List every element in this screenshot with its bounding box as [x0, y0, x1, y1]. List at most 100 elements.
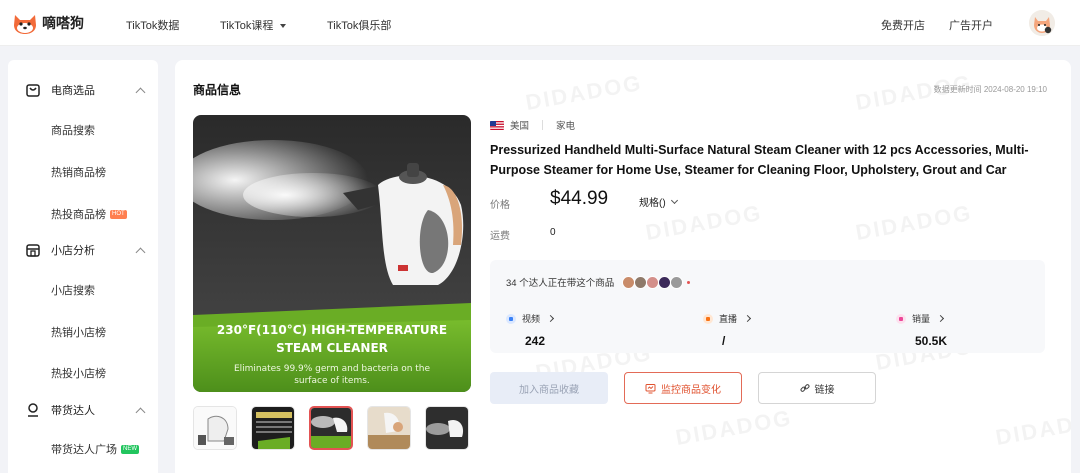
thumbnail-strip	[193, 406, 469, 450]
sidebar-item-ad-products[interactable]: 热投商品榜 HOT	[51, 206, 127, 222]
freight-label: 运费	[490, 231, 510, 242]
sidebar-section-store[interactable]: 小店分析	[8, 235, 158, 265]
logo-text: 嘀嗒狗	[42, 15, 84, 31]
chevron-up-icon	[135, 87, 146, 98]
monitor-icon	[645, 383, 656, 393]
sidebar-item-label: 热销小店榜	[51, 327, 106, 339]
sidebar-item-hot-stores[interactable]: 热销小店榜	[51, 324, 106, 340]
sales-icon	[896, 313, 906, 324]
steam-cleaner-image: 230°F(110°C) HIGH-TEMPERATURE STEAM CLEA…	[193, 115, 471, 392]
sidebar-section-ecom[interactable]: 电商选品	[8, 75, 158, 105]
price-label: 价格	[490, 200, 510, 211]
creator-avatar	[670, 275, 684, 289]
creators-row[interactable]: 34 个达人正在带这个商品	[506, 275, 691, 289]
creators-count: 34 个达人正在带这个商品	[506, 278, 615, 289]
chevron-up-icon	[135, 247, 146, 258]
sidebar-item-label: 热投商品榜	[51, 209, 106, 221]
button-label: 加入商品收藏	[519, 384, 579, 396]
thumbnail[interactable]	[251, 406, 295, 450]
stat-sales[interactable]: 销量 50.5K	[896, 312, 947, 348]
caret-down-icon	[280, 23, 287, 28]
stat-live[interactable]: 直播 /	[703, 312, 752, 348]
thumbnail-active[interactable]	[309, 406, 353, 450]
nav-tiktok-data[interactable]: TikTok数据	[126, 17, 179, 33]
category-label: 家电	[556, 121, 576, 132]
thumbnail-image	[311, 408, 351, 448]
chevron-down-icon	[670, 196, 678, 204]
user-avatar[interactable]	[1029, 10, 1055, 36]
stat-label: 视频	[522, 314, 541, 324]
sidebar-item-label: 带货达人广场	[51, 444, 117, 456]
sidebar-section-title: 电商选品	[51, 85, 95, 97]
nav-label: TikTok课程	[220, 20, 274, 32]
monitor-product-button[interactable]: 监控商品变化	[624, 372, 742, 404]
stat-value: 50.5K	[915, 334, 948, 348]
nav-label: 免费开店	[881, 20, 925, 32]
new-badge: NEW	[121, 444, 139, 454]
avatar-dog-icon	[1029, 10, 1055, 36]
link-icon	[800, 384, 809, 392]
copy-link-button[interactable]: 链接	[758, 372, 876, 404]
spec-label: 规格()	[639, 198, 666, 209]
freight-value: 0	[550, 227, 556, 238]
thumbnail[interactable]	[193, 406, 237, 450]
product-title: Pressurized Handheld Multi-Surface Natur…	[490, 143, 1029, 177]
creator-avatars	[622, 275, 691, 289]
live-icon	[703, 313, 713, 324]
top-navbar: 嘀嗒狗 TikTok数据 TikTok课程 TikTok俱乐部 免费开店 广告开…	[0, 0, 1080, 46]
chevron-up-icon	[135, 407, 146, 418]
sidebar-section-title: 带货达人	[51, 405, 95, 417]
us-flag-icon	[490, 120, 504, 130]
nav-label: TikTok数据	[126, 20, 180, 32]
video-icon	[506, 313, 516, 324]
thumbnail-image	[368, 407, 410, 449]
chevron-right-icon	[743, 314, 752, 323]
nav-tiktok-course[interactable]: TikTok课程	[220, 17, 287, 33]
stats-card: 34 个达人正在带这个商品 视频 242 直播 / 销量 50.5K	[490, 260, 1045, 353]
thumbnail[interactable]	[425, 406, 469, 450]
divider	[542, 120, 544, 130]
sidebar-item-label: 小店搜索	[51, 285, 95, 297]
watermark: DIDADOG	[994, 405, 1071, 451]
watermark: DIDADOG	[524, 70, 645, 116]
image-caption: Eliminates 99.9% germ and bacteria on th…	[234, 364, 431, 374]
store-icon	[26, 244, 40, 257]
sidebar-section-creators[interactable]: 带货达人	[8, 395, 158, 425]
nav-tiktok-club[interactable]: TikTok俱乐部	[327, 17, 391, 33]
sidebar-section-title: 小店分析	[51, 245, 95, 257]
stat-videos[interactable]: 视频 242	[506, 312, 555, 348]
stat-label: 销量	[912, 314, 931, 324]
nav-ad-account[interactable]: 广告开户	[949, 17, 993, 33]
sidebar-item-label: 热销商品榜	[51, 167, 106, 179]
sidebar-item-hot-products[interactable]: 热销商品榜	[51, 164, 106, 180]
thumbnail[interactable]	[367, 406, 411, 450]
chevron-right-icon	[546, 314, 555, 323]
watermark: DIDADOG	[854, 200, 975, 246]
nav-label: 广告开户	[949, 20, 993, 32]
thumbnail-image	[194, 407, 236, 449]
sidebar-item-label: 商品搜索	[51, 125, 95, 137]
sidebar-item-product-search[interactable]: 商品搜索	[51, 122, 95, 138]
nav-label: TikTok俱乐部	[327, 20, 392, 32]
price-value: $44.99	[550, 188, 609, 209]
chevron-right-icon	[936, 314, 945, 323]
country-label: 美国	[510, 121, 530, 132]
image-caption: STEAM CLEANER	[276, 341, 388, 355]
update-time: 数据更新时间 2024-08-20 19:10	[933, 85, 1047, 94]
nav-free-store[interactable]: 免费开店	[881, 17, 925, 33]
sidebar-item-ad-stores[interactable]: 热投小店榜	[51, 365, 106, 381]
product-main-image[interactable]: 230°F(110°C) HIGH-TEMPERATURE STEAM CLEA…	[193, 115, 471, 392]
stat-value: 242	[525, 334, 546, 348]
sidebar-item-store-search[interactable]: 小店搜索	[51, 282, 95, 298]
add-favorite-button[interactable]: 加入商品收藏	[490, 372, 608, 404]
sidebar-item-label: 热投小店榜	[51, 368, 106, 380]
stat-label: 直播	[719, 314, 738, 324]
button-label: 链接	[814, 384, 835, 396]
logo[interactable]: 嘀嗒狗	[12, 11, 84, 35]
sidebar-item-creator-plaza[interactable]: 带货达人广场 NEW	[51, 441, 139, 457]
person-icon	[28, 403, 38, 417]
image-caption: 230°F(110°C) HIGH-TEMPERATURE	[217, 323, 447, 337]
logo-dog-icon	[14, 15, 36, 34]
product-info-panel: DIDADOG DIDADOG DIDADOG DIDADOG DIDADOG …	[175, 60, 1071, 473]
spec-dropdown[interactable]: 规格()	[639, 194, 678, 209]
